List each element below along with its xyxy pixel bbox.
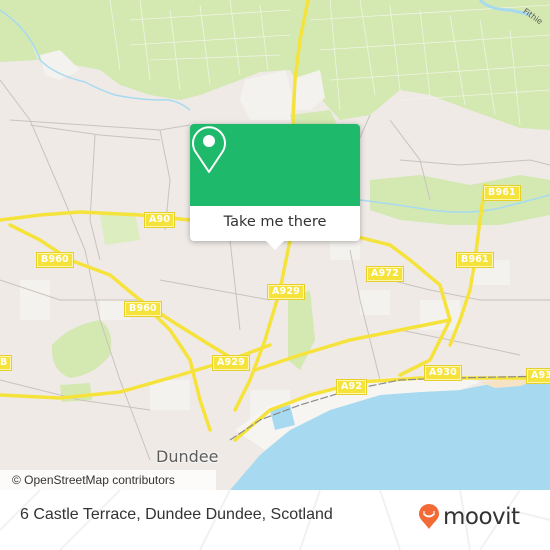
moovit-pin-icon: [419, 504, 439, 529]
footer: 6 Castle Terrace, Dundee Dundee, Scotlan…: [0, 490, 550, 550]
moovit-logo[interactable]: moovit: [418, 504, 520, 530]
location-popup: Take me there: [190, 124, 360, 250]
field-area: [240, 70, 292, 120]
road-label-a929: A929: [267, 284, 305, 300]
road-label-a92: A92: [335, 379, 368, 395]
road-label-b961: B961: [456, 252, 494, 268]
popup-header: [190, 124, 360, 206]
road-label-edge: B: [0, 355, 13, 371]
take-me-there-button[interactable]: Take me there: [190, 206, 360, 241]
road-label-a90: A90: [143, 212, 176, 228]
park-area: [370, 175, 550, 225]
road-label-a972: A972: [366, 266, 404, 282]
moovit-wordmark: moovit: [443, 504, 520, 530]
road-label-a929: A929: [212, 355, 250, 371]
road-label-a930: A930: [424, 365, 462, 381]
park-area: [100, 212, 140, 245]
road-label-b961: B961: [483, 185, 521, 201]
park-area: [51, 320, 112, 378]
address-text: 6 Castle Terrace, Dundee Dundee, Scotlan…: [20, 506, 333, 523]
road-label-a930: A93: [525, 368, 550, 384]
map-view[interactable]: Fithie A90 B960 B960 A929 A929 A972 B961…: [0, 0, 550, 490]
road-label-b960: B960: [124, 301, 162, 317]
road-label-b960: B960: [36, 252, 74, 268]
map-pin-icon: [192, 126, 226, 173]
place-label-dundee: Dundee: [156, 447, 219, 466]
map-attribution[interactable]: © OpenStreetMap contributors: [0, 470, 216, 490]
popup-pointer: [266, 241, 284, 250]
